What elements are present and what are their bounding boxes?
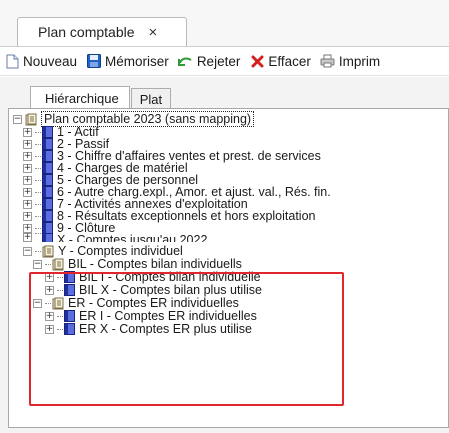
expand-icon[interactable]: + [23, 175, 32, 185]
account-group-icon [64, 271, 75, 283]
tree-root[interactable]: − Plan comptable 2023 (sans mapping) [13, 111, 255, 127]
collapse-icon[interactable]: − [33, 298, 42, 308]
save-button[interactable]: Mémoriser [86, 53, 169, 69]
tree-item-bil[interactable]: − BIL - Comptes bilan individuells [33, 257, 242, 271]
new-document-icon [4, 53, 20, 69]
undo-icon [177, 53, 194, 69]
tab-hierarchical[interactable]: Hiérarchique [30, 86, 130, 109]
account-group-icon [64, 323, 75, 335]
print-label: Imprim [338, 53, 381, 69]
account-plan-icon [52, 258, 64, 270]
printer-icon [320, 53, 336, 69]
tree-item-x[interactable]: + X - Comptes jusqu'au 2022 [23, 233, 207, 242]
new-button[interactable]: Nouveau [4, 53, 77, 69]
tab-title: Plan comptable [38, 24, 135, 40]
delete-x-icon [249, 53, 265, 69]
tree-item-er[interactable]: − ER - Comptes ER individuelles [33, 296, 239, 310]
expand-icon[interactable]: + [23, 151, 32, 161]
tree-item-bil-i[interactable]: + BIL I - Comptes bilan individuelle [45, 270, 261, 284]
tab-flat[interactable]: Plat [130, 88, 172, 109]
save-label: Mémoriser [105, 53, 169, 69]
expand-icon[interactable]: + [23, 187, 32, 197]
tree-item-y[interactable]: − Y - Comptes individuel [23, 244, 183, 258]
expand-icon[interactable]: + [23, 139, 32, 149]
reject-label: Rejeter [196, 53, 241, 69]
expand-icon[interactable]: + [23, 233, 32, 242]
reject-button[interactable]: Rejeter [177, 53, 241, 69]
expand-icon[interactable]: + [23, 223, 32, 233]
tree-item-er-i[interactable]: + ER I - Comptes ER individuelles [45, 309, 257, 323]
expand-icon[interactable]: + [45, 311, 54, 321]
clear-label: Effacer [268, 53, 311, 69]
expand-icon[interactable]: + [23, 127, 32, 137]
collapse-icon[interactable]: − [23, 246, 32, 256]
account-group-icon [64, 310, 75, 322]
content-panel: Hiérarchique Plat − Plan comptable 2023 … [0, 77, 449, 433]
view-tabs: Hiérarchique Plat [30, 86, 172, 109]
tree-item-bil-x[interactable]: + BIL X - Comptes bilan plus utilise [45, 283, 262, 297]
account-plan-icon [52, 297, 64, 309]
expand-icon[interactable]: + [45, 272, 54, 282]
account-tree: − Plan comptable 2023 (sans mapping) + 1… [8, 108, 449, 428]
document-tab-bar: Plan comptable × [0, 0, 449, 46]
expand-icon[interactable]: + [23, 163, 32, 173]
tree-item-er-x[interactable]: + ER X - Comptes ER plus utilise [45, 322, 252, 336]
account-group-icon [42, 233, 53, 242]
collapse-icon[interactable]: − [33, 259, 42, 269]
account-plan-icon [25, 113, 37, 125]
account-plan-icon [42, 245, 54, 257]
expand-icon[interactable]: + [45, 324, 54, 334]
expand-icon[interactable]: + [23, 199, 32, 209]
expand-icon[interactable]: + [45, 285, 54, 295]
toolbar: Nouveau Mémoriser Rejeter Effacer Imprim [0, 46, 449, 76]
account-group-icon [64, 284, 75, 296]
close-icon[interactable]: × [149, 24, 158, 41]
collapse-icon[interactable]: − [13, 114, 22, 124]
tab-plan-comptable[interactable]: Plan comptable × [17, 17, 187, 46]
clear-button[interactable]: Effacer [249, 53, 311, 69]
print-button[interactable]: Imprim [320, 53, 380, 69]
expand-icon[interactable]: + [23, 211, 32, 221]
new-label: Nouveau [23, 53, 78, 69]
save-icon [86, 53, 102, 69]
